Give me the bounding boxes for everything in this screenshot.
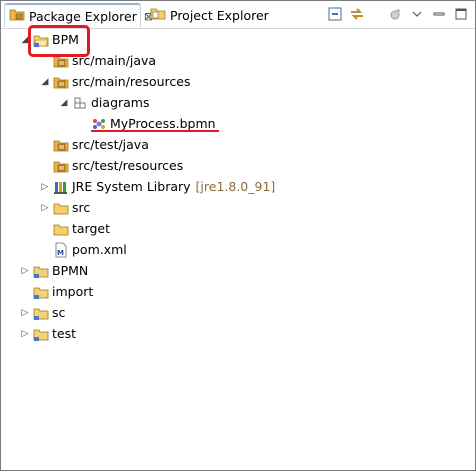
tree-item-pom-xml[interactable]: M pom.xml	[39, 239, 127, 260]
collapsed-arrow-icon[interactable]: ▷	[39, 202, 51, 214]
tree-item-label: import	[52, 284, 94, 299]
source-folder-icon	[53, 158, 69, 174]
tree-item-src-main-resources[interactable]: ◢ src/main/resources	[39, 71, 191, 92]
project-folder-icon	[33, 263, 49, 279]
highlight-underline	[91, 130, 219, 132]
tree-item-label: diagrams	[91, 95, 150, 110]
tree-item-label: test	[52, 326, 77, 341]
folder-icon	[53, 221, 69, 237]
tree-item-label: BPMN	[52, 263, 89, 278]
tree-item-label: pom.xml	[72, 242, 127, 257]
tree-item-label: src	[72, 200, 91, 215]
view-menu-icon[interactable]	[409, 6, 425, 22]
tree-item-label: target	[72, 221, 111, 236]
package-explorer-view: Package Explorer ⊠ Project Explorer ◢ BP…	[0, 0, 476, 471]
tree-item-label: MyProcess.bpmn	[110, 116, 216, 131]
project-folder-icon	[33, 305, 49, 321]
tree-item-src-test-java[interactable]: src/test/java	[39, 134, 149, 155]
tree-item-label: src/test/java	[72, 137, 149, 152]
tree-item-diagrams[interactable]: ◢ diagrams	[58, 92, 150, 113]
collapsed-arrow-icon[interactable]: ▷	[19, 328, 31, 340]
tab-project-explorer[interactable]: Project Explorer	[146, 3, 298, 27]
project-folder-icon	[33, 326, 49, 342]
project-folder-icon	[33, 284, 49, 300]
tab-package-explorer[interactable]: Package Explorer ⊠	[4, 3, 153, 27]
project-explorer-icon	[150, 5, 166, 25]
tree-item-target[interactable]: target	[39, 218, 110, 239]
tree-item-label: JRE System Library	[72, 179, 191, 194]
collapsed-arrow-icon[interactable]: ▷	[19, 307, 31, 319]
source-folder-icon	[53, 74, 69, 90]
tree-item-src-test-resources[interactable]: src/test/resources	[39, 155, 183, 176]
maximize-icon[interactable]	[453, 6, 469, 22]
package-icon	[72, 95, 88, 111]
collapsed-arrow-icon[interactable]: ▷	[19, 265, 31, 277]
expanded-arrow-icon[interactable]: ◢	[58, 97, 70, 109]
tree-item-label: sc	[52, 305, 66, 320]
expanded-arrow-icon[interactable]: ◢	[39, 76, 51, 88]
view-toolbar	[327, 6, 469, 22]
collapse-all-icon[interactable]	[327, 6, 343, 22]
tree-item-test[interactable]: ▷ test	[19, 323, 76, 344]
tree-item-sc[interactable]: ▷ sc	[19, 302, 66, 323]
focus-icon[interactable]	[387, 6, 403, 22]
tree-item-jre-system-library[interactable]: ▷ JRE System Library [jre1.8.0_91]	[39, 176, 276, 197]
highlight-box	[28, 25, 90, 57]
folder-icon	[53, 200, 69, 216]
tab-label: Project Explorer	[170, 7, 269, 23]
tree-item-label: src/test/resources	[72, 158, 184, 173]
source-folder-icon	[53, 137, 69, 153]
collapsed-arrow-icon[interactable]: ▷	[39, 181, 51, 193]
tree-item-label: src/main/resources	[72, 74, 191, 89]
tab-label: Package Explorer	[29, 8, 137, 24]
library-icon	[53, 179, 69, 195]
link-with-editor-icon[interactable]	[349, 6, 365, 22]
package-explorer-icon	[9, 6, 25, 26]
tree-item-src[interactable]: ▷ src	[39, 197, 91, 218]
tree-item-decoration: [jre1.8.0_91]	[195, 179, 276, 194]
minimize-icon[interactable]	[431, 6, 447, 22]
tree-item-bpmn[interactable]: ▷ BPMN	[19, 260, 89, 281]
xml-file-icon: M	[53, 242, 69, 258]
svg-text:M: M	[57, 249, 64, 257]
toolbar-spacer	[371, 6, 381, 22]
tree-item-import[interactable]: import	[19, 281, 93, 302]
